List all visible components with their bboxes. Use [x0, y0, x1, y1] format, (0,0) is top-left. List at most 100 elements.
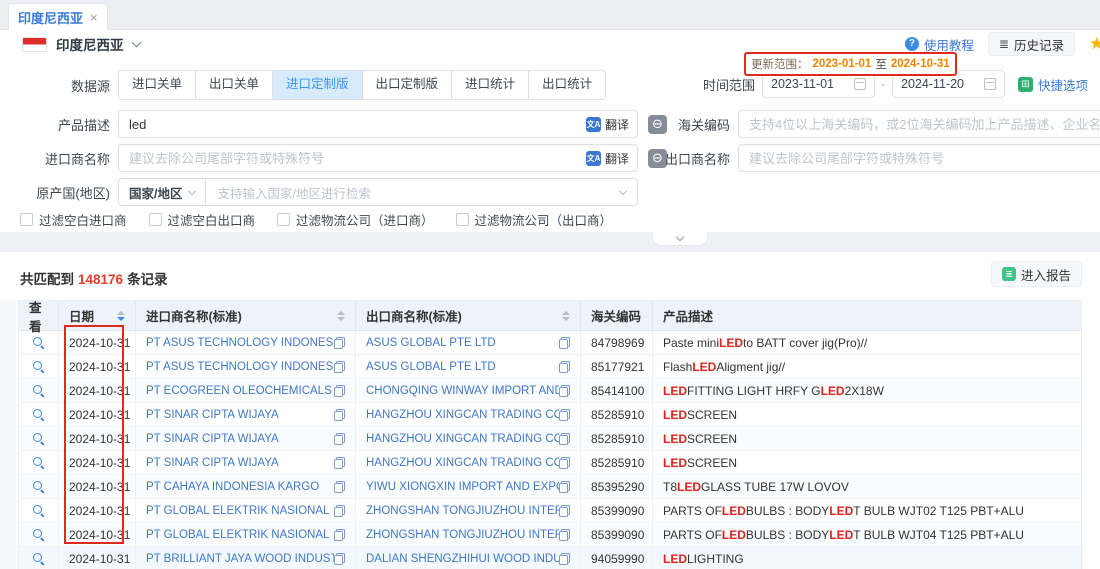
view-record-icon[interactable] [32, 432, 45, 445]
column-header[interactable]: 出口商名称(标准) [356, 301, 581, 330]
importer-link[interactable]: PT CAHAYA INDONESIA KARGO [146, 481, 319, 493]
close-icon[interactable]: × [90, 11, 98, 24]
report-icon: ≣ [1002, 267, 1016, 281]
copy-icon[interactable] [559, 409, 570, 421]
sort-icon[interactable] [556, 311, 570, 321]
importer-link[interactable]: PT BRILLIANT JAYA WOOD INDUSTRY [146, 553, 334, 565]
copy-icon[interactable] [334, 505, 345, 517]
row-product-desc: PARTS OF LED BULBS : BODY LED T BULB WJT… [653, 523, 1081, 546]
importer-name-input[interactable] [118, 144, 638, 172]
importer-link[interactable]: PT GLOBAL ELEKTRIK NASIONAL [146, 529, 329, 541]
importer-link[interactable]: PT GLOBAL ELEKTRIK NASIONAL [146, 505, 329, 517]
row-hs-code: 94059990 [581, 547, 653, 569]
exporter-link[interactable]: ZHONGSHAN TONGJIUZHOU INTERNA... [366, 505, 559, 517]
table-row: 2024-10-31PT ASUS TECHNOLOGY INDONESIA B… [19, 355, 1081, 379]
view-record-icon[interactable] [32, 408, 45, 421]
copy-icon[interactable] [334, 457, 345, 469]
chevron-down-icon[interactable] [131, 37, 141, 47]
collapse-filters-button[interactable] [652, 232, 708, 246]
origin-country-label: 原产国(地区) [0, 183, 110, 202]
filter-checkbox[interactable]: 过滤空白出口商 [149, 210, 256, 229]
copy-icon[interactable] [334, 433, 345, 445]
view-record-icon[interactable] [32, 456, 45, 469]
filter-checkbox[interactable]: 过滤物流公司（进口商） [277, 210, 434, 229]
copy-icon[interactable] [559, 385, 570, 397]
copy-icon[interactable] [559, 361, 570, 373]
exporter-link[interactable]: CHONGQING WINWAY IMPORT AND E... [366, 385, 559, 397]
enter-report-button[interactable]: ≣ 进入报告 [991, 261, 1082, 287]
exporter-link[interactable]: HANGZHOU XINGCAN TRADING CO LTD [366, 409, 559, 421]
hs-code-input[interactable] [738, 110, 1100, 138]
origin-type-select[interactable]: 国家/地区 [119, 179, 206, 205]
product-desc-input[interactable] [118, 110, 638, 138]
copy-icon[interactable] [559, 529, 570, 541]
sort-icon[interactable] [331, 311, 345, 321]
filter-checkbox[interactable]: 过滤空白进口商 [20, 210, 127, 229]
view-record-icon[interactable] [32, 504, 45, 517]
history-icon: ≣ [999, 38, 1009, 50]
history-label: 历史记录 [1014, 35, 1064, 54]
importer-link[interactable]: PT SINAR CIPTA WIJAYA [146, 433, 279, 445]
datasource-tab[interactable]: 出口定制版 [362, 71, 452, 99]
copy-icon[interactable] [559, 457, 570, 469]
quick-options-link[interactable]: ⊞ 快捷选项 [1018, 75, 1088, 94]
exporter-link[interactable]: ASUS GLOBAL PTE LTD [366, 361, 496, 373]
copy-icon[interactable] [559, 505, 570, 517]
tutorial-link[interactable]: ? 使用教程 [905, 35, 974, 54]
row-product-desc: LED FITTING LIGHT HRFY G LED 2X18W [653, 379, 1081, 402]
copy-icon[interactable] [334, 481, 345, 493]
exporter-link[interactable]: HANGZHOU XINGCAN TRADING CO LTD [366, 433, 559, 445]
star-icon[interactable]: ★ [1089, 34, 1100, 54]
copy-icon[interactable] [334, 361, 345, 373]
copy-icon[interactable] [334, 385, 345, 397]
copy-icon[interactable] [559, 553, 570, 565]
row-hs-code: 85414100 [581, 379, 653, 402]
date-separator: - [881, 77, 885, 91]
datasource-tab[interactable]: 进口定制版 [272, 71, 362, 99]
filter-panel: 数据源 进口关单出口关单进口定制版出口定制版进口统计出口统计 时间范围 2023… [0, 58, 1100, 232]
copy-icon[interactable] [334, 529, 345, 541]
importer-link[interactable]: PT ASUS TECHNOLOGY INDONESIA BA... [146, 337, 334, 349]
view-record-icon[interactable] [32, 480, 45, 493]
checkbox-icon[interactable] [149, 213, 162, 226]
copy-icon[interactable] [559, 481, 570, 493]
view-record-icon[interactable] [32, 384, 45, 397]
importer-link[interactable]: PT ECOGREEN OLEOCHEMICALS [146, 385, 332, 397]
importer-name-label: 进口商名称 [0, 149, 110, 168]
view-record-icon[interactable] [32, 552, 45, 565]
copy-icon[interactable] [559, 433, 570, 445]
checkbox-icon[interactable] [456, 213, 469, 226]
table-row: 2024-10-31PT GLOBAL ELEKTRIK NASIONALZHO… [19, 523, 1081, 547]
table-header-row: 查看日期进口商名称(标准)出口商名称(标准)海关编码产品描述 [19, 301, 1081, 331]
exporter-link[interactable]: HANGZHOU XINGCAN TRADING CO LTD [366, 457, 559, 469]
view-record-icon[interactable] [32, 360, 45, 373]
checkbox-icon[interactable] [20, 213, 33, 226]
sort-icon[interactable] [111, 311, 125, 321]
filter-checkbox[interactable]: 过滤物流公司（出口商） [456, 210, 613, 229]
copy-icon[interactable] [559, 337, 570, 349]
checkbox-icon[interactable] [277, 213, 290, 226]
importer-link[interactable]: PT SINAR CIPTA WIJAYA [146, 409, 279, 421]
history-button[interactable]: ≣ 历史记录 [988, 32, 1075, 56]
exporter-link[interactable]: ZHONGSHAN TONGJIUZHOU INTERNA... [366, 529, 559, 541]
table-row: 2024-10-31PT BRILLIANT JAYA WOOD INDUSTR… [19, 547, 1081, 569]
datasource-tab[interactable]: 进口统计 [451, 71, 528, 99]
column-header[interactable]: 进口商名称(标准) [136, 301, 356, 330]
view-record-icon[interactable] [32, 336, 45, 349]
exporter-link[interactable]: DALIAN SHENGZHIHUI WOOD INDUST... [366, 553, 559, 565]
importer-link[interactable]: PT SINAR CIPTA WIJAYA [146, 457, 279, 469]
datasource-tab[interactable]: 出口关单 [195, 71, 272, 99]
tab-indonesia[interactable]: 印度尼西亚 × [8, 3, 108, 30]
datasource-tab[interactable]: 进口关单 [119, 71, 195, 99]
datasource-tab[interactable]: 出口统计 [528, 71, 605, 99]
exporter-name-input[interactable] [738, 144, 1100, 172]
exporter-link[interactable]: YIWU XIONGXIN IMPORT AND EXPORT... [366, 481, 559, 493]
copy-icon[interactable] [334, 553, 345, 565]
exporter-link[interactable]: ASUS GLOBAL PTE LTD [366, 337, 496, 349]
copy-icon[interactable] [334, 337, 345, 349]
column-header[interactable]: 日期 [59, 301, 136, 330]
importer-link[interactable]: PT ASUS TECHNOLOGY INDONESIA BA... [146, 361, 334, 373]
view-record-icon[interactable] [32, 528, 45, 541]
copy-icon[interactable] [334, 409, 345, 421]
origin-country-input[interactable]: 国家/地区 支持输入国家/地区进行检索 [118, 178, 638, 206]
